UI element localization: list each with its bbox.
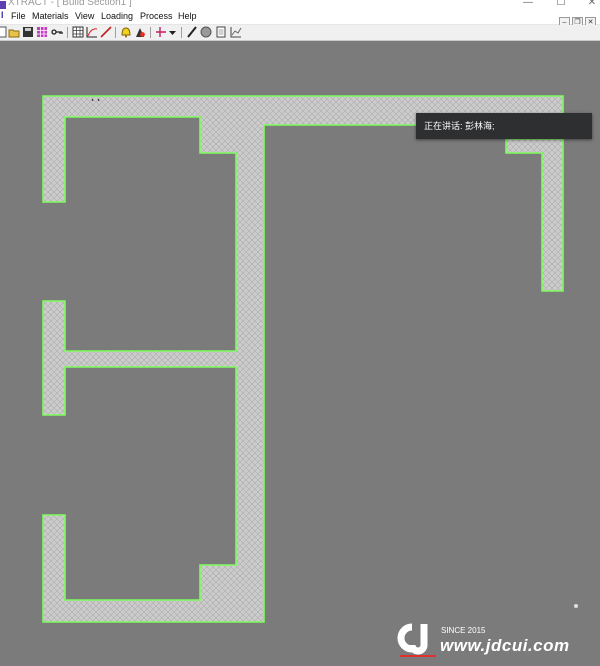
status-dot	[574, 604, 578, 608]
document-icon: I	[1, 10, 4, 20]
material-icon[interactable]	[134, 26, 146, 38]
close-button[interactable]: ✕	[582, 0, 600, 8]
menu-process[interactable]: Process	[140, 11, 173, 21]
sphere-icon[interactable]	[200, 26, 212, 38]
maximize-button[interactable]: ☐	[551, 0, 571, 8]
save-icon[interactable]	[22, 26, 34, 38]
watermark-since: SINCE 2015	[441, 626, 486, 635]
toolbar-separator	[150, 27, 151, 38]
menu-view[interactable]: View	[75, 11, 94, 21]
mesh-icon[interactable]	[72, 26, 84, 38]
menu-loading[interactable]: Loading	[101, 11, 133, 21]
menu-file[interactable]: File	[11, 11, 26, 21]
dropdown-arrow-icon[interactable]	[168, 26, 177, 38]
axis-icon[interactable]	[155, 26, 167, 38]
toolbar-separator	[181, 27, 182, 38]
chart-icon[interactable]	[230, 26, 242, 38]
watermark-url: www.jdcui.com	[440, 636, 570, 655]
jdcui-logo-icon	[397, 623, 436, 657]
menu-help[interactable]: Help	[178, 11, 197, 21]
bell-icon[interactable]	[120, 26, 132, 38]
app-icon	[0, 1, 6, 9]
line-icon[interactable]	[100, 26, 112, 38]
curve-icon[interactable]	[86, 26, 98, 38]
pen-icon[interactable]	[186, 26, 198, 38]
toolbar	[0, 25, 600, 41]
open-icon[interactable]	[8, 26, 20, 38]
menu-bar: I File Materials View Loading Process He…	[0, 10, 600, 28]
section-outline[interactable]	[42, 95, 564, 623]
window-title: XTRACT - [ Build Section1 ]	[8, 0, 132, 8]
toolbar-separator	[67, 27, 68, 38]
page-icon[interactable]	[215, 26, 227, 38]
new-icon[interactable]	[0, 26, 8, 38]
grid-icon[interactable]	[36, 26, 48, 38]
key-icon[interactable]	[51, 26, 63, 38]
title-bar: XTRACT - [ Build Section1 ] — ☐ ✕	[0, 0, 600, 10]
toolbar-separator	[115, 27, 116, 38]
menu-materials[interactable]: Materials	[32, 11, 69, 21]
speaking-tooltip: 正在讲话: 彭林海;	[416, 113, 592, 139]
minimize-button[interactable]: —	[518, 0, 538, 8]
